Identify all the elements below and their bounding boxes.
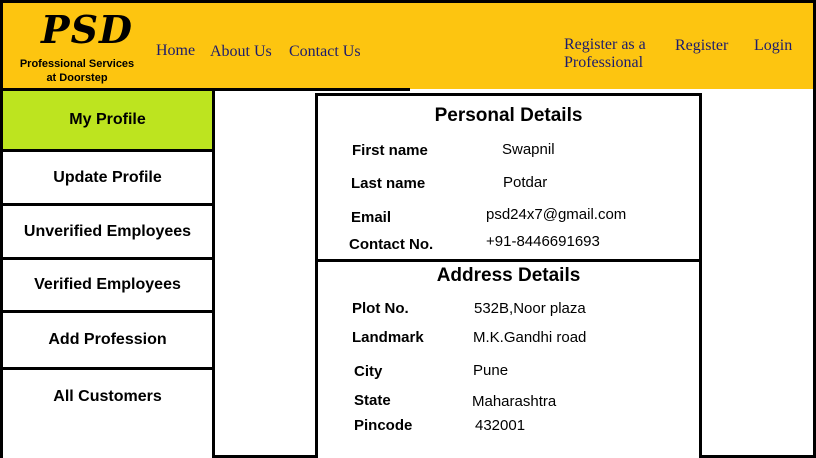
- nav-about-link[interactable]: About Us: [210, 43, 272, 61]
- last-name-value: Potdar: [503, 174, 548, 191]
- logo[interactable]: PSD: [41, 7, 133, 52]
- sidebar-item-update-profile[interactable]: Update Profile: [3, 152, 215, 206]
- address-details-panel: Address Details Plot No. 532B,Noor plaza…: [315, 259, 702, 458]
- pincode-label: Pincode: [354, 417, 413, 434]
- contact-value: +91-8446691693: [486, 233, 600, 250]
- personal-details-title: Personal Details: [434, 105, 583, 126]
- nav-contact-link[interactable]: Contact Us: [289, 43, 361, 61]
- first-name-value: Swapnil: [502, 141, 555, 158]
- state-label: State: [354, 392, 391, 409]
- sidebar-item-unverified-employees[interactable]: Unverified Employees: [3, 206, 215, 260]
- header: PSD Professional Services at Doorstep Ho…: [0, 0, 816, 89]
- sidebar-item-all-customers[interactable]: All Customers: [3, 370, 215, 458]
- nav-register-link[interactable]: Register: [675, 37, 728, 55]
- state-value: Maharashtra: [472, 393, 557, 410]
- tagline-line-1: Professional Services: [19, 58, 135, 70]
- tagline: Professional Services at Doorstep: [11, 57, 143, 85]
- sidebar: My Profile Update Profile Unverified Emp…: [3, 91, 215, 458]
- personal-details-panel: Personal Details First name Swapnil Last…: [315, 93, 702, 262]
- sidebar-item-verified-employees[interactable]: Verified Employees: [3, 260, 215, 313]
- sidebar-item-add-profession[interactable]: Add Profession: [3, 313, 215, 370]
- email-label: Email: [351, 209, 392, 226]
- nav-login-link[interactable]: Login: [754, 37, 792, 55]
- sidebar-item-my-profile[interactable]: My Profile: [3, 91, 215, 152]
- nav-register-professional-link[interactable]: Register as a Professional: [564, 36, 646, 72]
- city-label: City: [354, 363, 383, 380]
- register-professional-line-2: Professional: [564, 54, 644, 71]
- tagline-line-2: at Doorstep: [46, 72, 108, 84]
- first-name-label: First name: [352, 142, 428, 159]
- landmark-value: M.K.Gandhi road: [473, 329, 587, 346]
- pincode-value: 432001: [475, 417, 526, 434]
- register-professional-line-1: Register as a: [564, 36, 646, 53]
- landmark-label: Landmark: [352, 329, 424, 346]
- email-value: psd24x7@gmail.com: [486, 206, 627, 223]
- plot-value: 532B,Noor plaza: [474, 300, 586, 317]
- address-details-title: Address Details: [436, 265, 581, 286]
- last-name-label: Last name: [351, 175, 426, 192]
- city-value: Pune: [473, 362, 509, 379]
- contact-label: Contact No.: [349, 236, 434, 253]
- nav-home-link[interactable]: Home: [156, 42, 195, 60]
- plot-label: Plot No.: [352, 300, 409, 317]
